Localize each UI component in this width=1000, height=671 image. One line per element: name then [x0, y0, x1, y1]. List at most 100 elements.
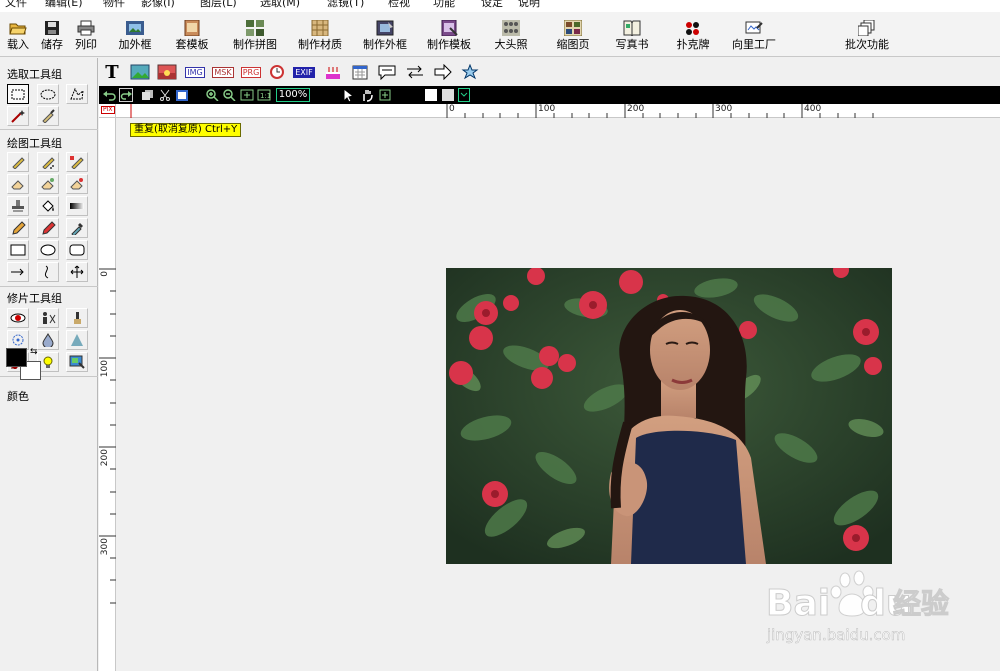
ellipse-select-button[interactable]	[37, 84, 59, 104]
mask-layer-button[interactable]: MSK	[212, 62, 234, 82]
cake-button[interactable]	[322, 62, 344, 82]
zoom-out-button[interactable]	[222, 88, 236, 102]
zoom-in-button[interactable]	[205, 88, 219, 102]
double-arrow-button[interactable]	[404, 62, 426, 82]
stamp-tool-button[interactable]	[7, 196, 29, 216]
cut-button[interactable]	[158, 88, 172, 102]
redo-button[interactable]	[119, 88, 133, 102]
gradient-tool-button[interactable]	[66, 196, 88, 216]
wizard-factory-button[interactable]: 向里工厂	[727, 20, 781, 52]
photo-layer[interactable]	[446, 268, 892, 564]
menu-help[interactable]: 说明	[518, 0, 540, 10]
curve-tool-button[interactable]	[37, 262, 59, 282]
photo-book-button[interactable]: 写真书	[611, 20, 653, 52]
program-layer-icon: PRG	[240, 66, 262, 78]
exif-button[interactable]: EXIF	[293, 62, 315, 82]
star-shape-button[interactable]	[460, 62, 482, 82]
menu-view[interactable]: 检视	[388, 0, 410, 10]
make-material-button[interactable]: 制作材质	[294, 20, 346, 52]
img-layer-button[interactable]: IMG	[184, 62, 206, 82]
line-tool-button[interactable]	[7, 262, 29, 282]
menu-filter[interactable]: 滤镜(T)	[327, 0, 364, 10]
red-pen-tool-button[interactable]	[37, 218, 59, 238]
template-button[interactable]: 套模板	[170, 20, 214, 52]
arrow-shape-button[interactable]	[432, 62, 454, 82]
plus-box-icon	[379, 89, 391, 101]
red-eye-tool-button[interactable]	[7, 308, 29, 328]
add-layer-button[interactable]	[378, 88, 392, 102]
rounded-rect-icon	[69, 244, 85, 256]
cutout-tool-button[interactable]	[37, 308, 59, 328]
make-template-button[interactable]: 制作模板	[423, 20, 475, 52]
water-drop-icon	[42, 333, 54, 347]
add-frame-button[interactable]: 加外框	[114, 20, 156, 52]
pencil-tool-button[interactable]	[7, 218, 29, 238]
ellipse-tool-button[interactable]	[37, 240, 59, 260]
copy-button[interactable]	[141, 88, 155, 102]
rounded-rect-tool-button[interactable]	[66, 240, 88, 260]
hand-tool-button[interactable]	[360, 88, 374, 102]
watermark-cn: 经验	[892, 587, 950, 620]
actual-size-icon: 1:1	[257, 89, 271, 101]
insert-sunset-button[interactable]	[156, 62, 178, 82]
collage-button[interactable]: 制作拼图	[229, 20, 281, 52]
scissors-icon	[160, 89, 170, 101]
color-replace-tool-button[interactable]	[66, 352, 88, 372]
magic-wand-button[interactable]	[7, 106, 29, 126]
smooth-tool-button[interactable]	[66, 308, 88, 328]
eyedropper-tool-button[interactable]	[66, 218, 88, 238]
white-bg-button[interactable]	[424, 88, 438, 102]
menu-file[interactable]: 文件	[5, 0, 27, 10]
swap-colors-icon[interactable]: ⇆	[30, 347, 38, 357]
rect-select-button[interactable]	[7, 84, 29, 104]
foreground-color-swatch[interactable]	[6, 348, 27, 367]
fit-window-button[interactable]	[240, 88, 254, 102]
bg-dropdown-button[interactable]	[458, 88, 470, 102]
rectangle-tool-button[interactable]	[7, 240, 29, 260]
pointer-tool-button[interactable]	[342, 88, 356, 102]
airbrush-tool-button[interactable]	[37, 152, 59, 172]
print-button[interactable]: 列印	[72, 20, 100, 52]
brush-select-button[interactable]	[37, 106, 59, 126]
brush-tool-button[interactable]	[7, 152, 29, 172]
move-tool-button[interactable]	[66, 262, 88, 282]
thumbnail-page-button[interactable]: 缩图页	[552, 20, 594, 52]
batch-button[interactable]: 批次功能	[840, 20, 894, 52]
color-brush-tool-button[interactable]	[66, 152, 88, 172]
actual-size-button[interactable]: 1:1	[257, 88, 271, 102]
insert-image-button[interactable]	[129, 62, 151, 82]
undo-button[interactable]	[102, 88, 116, 102]
smudge-tool-button[interactable]	[37, 174, 59, 194]
paste-button[interactable]	[175, 88, 189, 102]
timer-button[interactable]	[266, 62, 288, 82]
text-tool-button[interactable]: T	[101, 62, 123, 83]
sharpen-tool-button[interactable]	[66, 330, 88, 350]
gray-bg-button[interactable]	[441, 88, 455, 102]
blur-tool-button[interactable]	[37, 330, 59, 350]
arrow-shape-icon	[434, 64, 452, 80]
menu-layer[interactable]: 图层(L)	[200, 0, 237, 10]
menu-object[interactable]: 物件	[103, 0, 125, 10]
lasso-select-button[interactable]	[66, 84, 88, 104]
load-button[interactable]: 载入	[4, 20, 32, 52]
batch-icon	[858, 20, 875, 36]
fill-tool-button[interactable]	[37, 196, 59, 216]
menu-edit[interactable]: 编辑(E)	[45, 0, 83, 10]
calendar-button[interactable]	[349, 62, 371, 82]
eraser-tool-button[interactable]	[7, 174, 29, 194]
poker-button[interactable]: 扑克牌	[672, 20, 714, 52]
make-frame-button[interactable]: 制作外框	[359, 20, 411, 52]
menu-settings[interactable]: 设定	[481, 0, 503, 10]
vertical-ruler-ticks	[99, 268, 116, 604]
program-layer-button[interactable]: PRG	[240, 62, 262, 82]
menu-function[interactable]: 功能	[433, 0, 455, 10]
ruler-label: 100	[538, 104, 556, 114]
spot-heal-tool-button[interactable]	[7, 330, 29, 350]
headshot-button[interactable]: 大头照	[490, 20, 532, 52]
menu-image[interactable]: 影像(I)	[141, 0, 175, 10]
zoom-level[interactable]: 100%	[276, 88, 310, 102]
menu-select[interactable]: 选取(M)	[260, 0, 300, 10]
speech-bubble-button[interactable]	[376, 62, 398, 82]
save-button[interactable]: 储存	[38, 20, 66, 52]
color-eraser-tool-button[interactable]	[66, 174, 88, 194]
